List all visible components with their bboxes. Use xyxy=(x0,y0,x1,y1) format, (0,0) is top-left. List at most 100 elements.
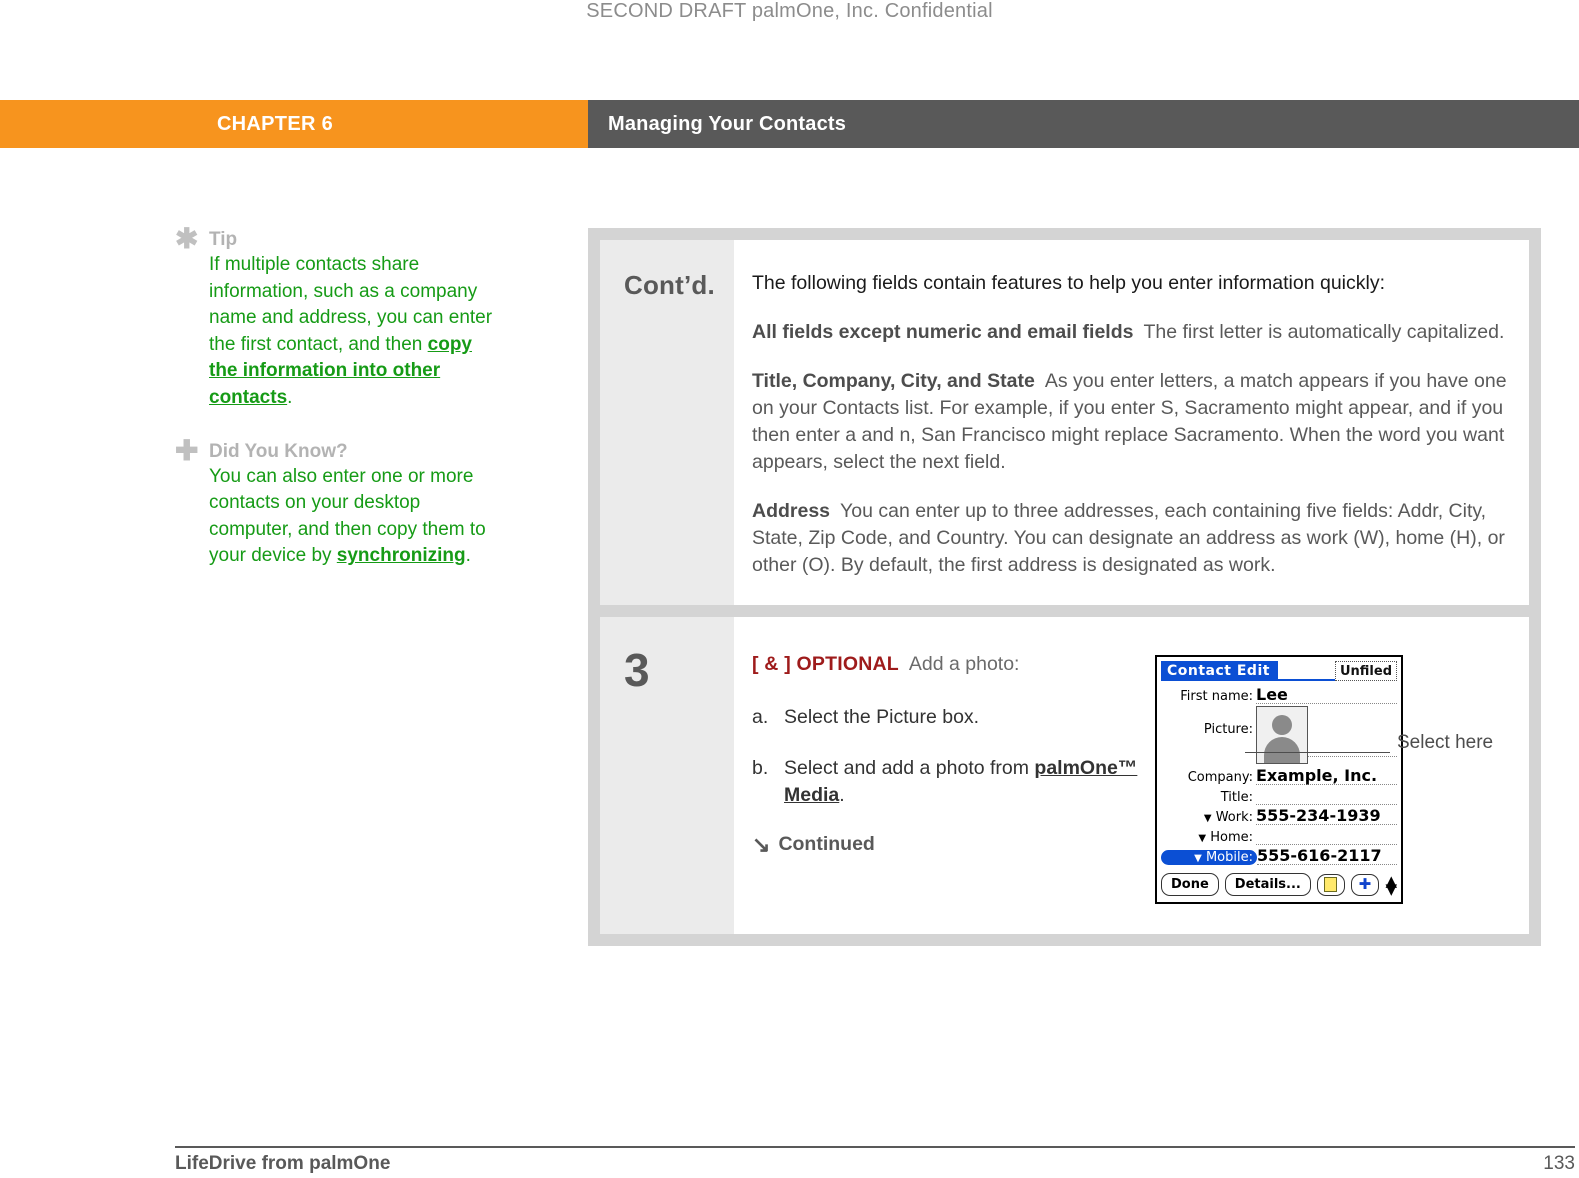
page-title: Managing Your Contacts xyxy=(608,112,847,135)
tip-text-end: . xyxy=(465,545,471,567)
chapter-label: CHAPTER 6 xyxy=(216,112,333,135)
chevron-down-icon[interactable]: ▼ xyxy=(1204,813,1212,824)
tip-header: ✱ Tip xyxy=(175,223,505,254)
field-row-first-name[interactable]: First name: Lee xyxy=(1161,686,1397,704)
tip-text-end: . xyxy=(287,386,293,408)
contd-marker: Cont’d. xyxy=(624,270,715,300)
continued-indicator: ↘ Continued xyxy=(752,833,1147,856)
tip-block-did-you-know: ✚ Did You Know? You can also enter one o… xyxy=(175,434,505,570)
step-number: 3 xyxy=(624,644,650,696)
field-desc: You can enter up to three addresses, eac… xyxy=(752,500,1505,576)
field-item-title-company: Title, Company, City, and State As you en… xyxy=(752,368,1507,476)
field-label: ▼ Work: xyxy=(1161,810,1256,825)
avatar-body xyxy=(1264,737,1300,763)
draft-notice: SECOND DRAFT palmOne, Inc. Confidential xyxy=(586,0,993,22)
plus-icon: ✚ xyxy=(175,434,199,466)
screen-title-bar: Contact Edit Unfiled xyxy=(1161,661,1397,681)
avatar-head xyxy=(1272,715,1292,735)
field-term: Address xyxy=(752,500,831,522)
screen-title: Contact Edit xyxy=(1161,661,1278,681)
continued-label: Continued xyxy=(778,833,875,855)
field-label-text: Work: xyxy=(1215,810,1253,825)
field-row-mobile[interactable]: ▼ Mobile: 555-616-2117 xyxy=(1161,847,1397,865)
field-value[interactable] xyxy=(1256,787,1397,805)
callout-label: Select here xyxy=(1397,732,1494,753)
callout-leader-line xyxy=(1245,752,1390,753)
scroll-arrows[interactable]: ▲ ▼ xyxy=(1385,873,1397,896)
field-row-company[interactable]: Company: Example, Inc. xyxy=(1161,767,1397,785)
tip-block-tip: ✱ Tip If multiple contacts share informa… xyxy=(175,223,505,412)
title-bar-fill xyxy=(1277,661,1335,681)
substep-text: Select the Picture box. xyxy=(784,704,979,731)
chevron-down-icon[interactable]: ▼ xyxy=(1198,833,1206,844)
substep-label: b. xyxy=(752,757,769,779)
details-button[interactable]: Details... xyxy=(1224,873,1311,896)
field-value[interactable]: Example, Inc. xyxy=(1256,767,1397,785)
field-label-text: Mobile: xyxy=(1205,850,1253,865)
panel-body: The following fields contain features to… xyxy=(734,240,1529,605)
chevron-down-icon[interactable]: ▼ xyxy=(1194,853,1202,864)
field-label: ▼ Home: xyxy=(1161,830,1256,845)
field-item-address: Address You can enter up to three address… xyxy=(752,498,1507,579)
field-desc: The first letter is automatically capita… xyxy=(1143,321,1505,343)
plus-icon: ✚ xyxy=(1358,875,1372,893)
screen-button-bar: Done Details... ✚ ▲ ▼ xyxy=(1161,873,1397,896)
substep-label: a. xyxy=(752,706,769,728)
arrow-down-right-icon: ↘ xyxy=(752,831,771,857)
optional-line: [ & ] OPTIONAL Add a photo: xyxy=(752,651,1147,678)
footer-page-number: 133 xyxy=(1543,1153,1575,1174)
callout-select-here: Select here xyxy=(1397,730,1493,755)
substep-text-end: . xyxy=(839,784,845,806)
tip-header: ✚ Did You Know? xyxy=(175,434,505,466)
footer-product-name: LifeDrive from palmOne xyxy=(175,1153,391,1174)
device-screenshot: Contact Edit Unfiled First name: Lee Pic… xyxy=(1155,655,1403,904)
picture-box[interactable] xyxy=(1256,706,1308,764)
field-value[interactable] xyxy=(1256,827,1397,845)
done-button[interactable]: Done xyxy=(1161,873,1219,896)
field-value[interactable]: Lee xyxy=(1256,686,1397,704)
field-value[interactable]: 555-234-1939 xyxy=(1256,807,1397,825)
field-label: Title: xyxy=(1220,790,1253,805)
note-button[interactable] xyxy=(1316,873,1345,896)
field-row-title[interactable]: Title: xyxy=(1161,787,1397,805)
contact-edit-screen: Contact Edit Unfiled First name: Lee Pic… xyxy=(1155,655,1403,904)
picture-row-filler xyxy=(1308,756,1397,757)
substep-text-start: Select the Picture box. xyxy=(784,706,980,728)
substep-text-start: Select and add a photo from xyxy=(784,757,1035,779)
chapter-header-bar: CHAPTER 6 Managing Your Contacts xyxy=(0,100,1579,148)
field-row-work[interactable]: ▼ Work: 555-234-1939 xyxy=(1161,807,1397,825)
note-icon xyxy=(1324,877,1338,892)
add-field-button[interactable]: ✚ xyxy=(1350,873,1379,896)
substep-text: Select and add a photo from palmOne™ Med… xyxy=(784,755,1147,809)
field-label: First name: xyxy=(1180,689,1253,704)
field-row-picture[interactable]: Picture: xyxy=(1161,706,1397,764)
chapter-number-band: CHAPTER 6 xyxy=(0,100,588,148)
substep-b: b. Select and add a photo from palmOne™ … xyxy=(752,755,1147,809)
field-label: Picture: xyxy=(1203,722,1253,737)
field-row-home[interactable]: ▼ Home: xyxy=(1161,827,1397,845)
field-label: ▼ Mobile: xyxy=(1161,850,1257,865)
chapter-title-band: Managing Your Contacts xyxy=(588,100,1579,148)
field-label: Company: xyxy=(1187,770,1253,785)
scroll-down-icon[interactable]: ▼ xyxy=(1385,881,1397,896)
contd-lead-text: The following fields contain features to… xyxy=(752,272,1386,294)
optional-description: Add a photo: xyxy=(908,653,1020,675)
substep-a: a. Select the Picture box. xyxy=(752,704,1147,731)
tip-link-synchronizing[interactable]: synchronizing xyxy=(337,545,466,566)
sidebar-tips: ✱ Tip If multiple contacts share informa… xyxy=(175,223,505,598)
optional-badge: [ & ] OPTIONAL xyxy=(752,653,899,675)
asterisk-icon: ✱ xyxy=(175,223,199,254)
content-frame: Cont’d. The following fields contain fea… xyxy=(588,228,1541,946)
field-term: All fields except numeric and email fiel… xyxy=(752,321,1134,343)
panel-marker-column: Cont’d. xyxy=(600,240,734,605)
tip-body: If multiple contacts share information, … xyxy=(209,252,505,412)
step-3-text-column: [ & ] OPTIONAL Add a photo: a. Select the… xyxy=(752,651,1147,904)
panel-body: [ & ] OPTIONAL Add a photo: a. Select the… xyxy=(734,617,1529,934)
field-value[interactable]: 555-616-2117 xyxy=(1257,847,1397,865)
category-selector[interactable]: Unfiled xyxy=(1334,661,1397,681)
panel-step-3: 3 [ & ] OPTIONAL Add a photo: a. Select t… xyxy=(600,617,1529,934)
panel-marker-column: 3 xyxy=(600,617,734,934)
tip-body: You can also enter one or more contacts … xyxy=(209,464,505,570)
field-label-text: Home: xyxy=(1210,830,1253,845)
tip-title: Did You Know? xyxy=(209,440,348,462)
